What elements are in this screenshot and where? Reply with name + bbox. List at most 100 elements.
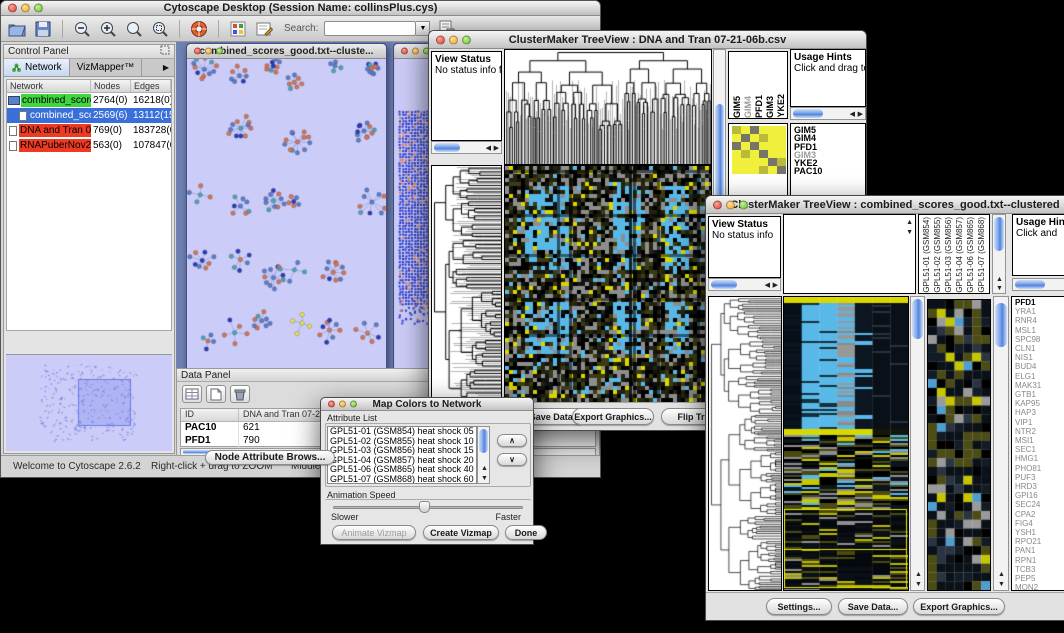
export-graphics-button[interactable]: Export Graphics...: [572, 408, 654, 425]
treeview1-titlebar[interactable]: ClusterMaker TreeView : DNA and Tran 07-…: [429, 31, 866, 49]
tv1-column-label[interactable]: YKE2: [776, 94, 786, 118]
zoom-fit-icon[interactable]: [124, 19, 144, 39]
scroll-right-icon[interactable]: ▶: [773, 282, 778, 289]
matrix-cell[interactable]: [750, 166, 759, 174]
tv1-column-dendrogram[interactable]: [505, 50, 711, 164]
help-lifering-icon[interactable]: [189, 19, 209, 39]
tv2-hints-hscrollbar[interactable]: [1012, 278, 1064, 291]
window-controls[interactable]: [328, 401, 357, 408]
scroll-down-icon[interactable]: ▼: [481, 475, 488, 482]
tv1-similarity-matrix[interactable]: [732, 126, 786, 174]
tv1-hints-hscrollbar[interactable]: ◀ ▶: [790, 107, 866, 120]
matrix-cell[interactable]: [732, 142, 741, 150]
matrix-cell[interactable]: [768, 142, 777, 150]
matrix-cell[interactable]: [741, 134, 750, 142]
matrix-cell[interactable]: [777, 126, 786, 134]
gene-label[interactable]: RNR4: [1015, 316, 1064, 325]
speed-slider-thumb[interactable]: [419, 501, 430, 513]
zoom-out-icon[interactable]: [72, 19, 92, 39]
move-up-button[interactable]: ∧: [497, 434, 527, 447]
tv2-heatmap-vscrollbar[interactable]: ▲ ▼: [910, 296, 925, 591]
matrix-cell[interactable]: [759, 150, 768, 158]
tv2-column-label[interactable]: GPL51-02 (GSM855): [933, 217, 942, 293]
gene-label[interactable]: PHO81: [1015, 464, 1064, 473]
save-data-button[interactable]: Save Data...: [838, 598, 908, 615]
tv1-status-hscrollbar[interactable]: ◀ ▶: [431, 141, 502, 154]
matrix-cell[interactable]: [732, 150, 741, 158]
tv1-column-dendrogram-panel[interactable]: [504, 49, 712, 165]
gene-label[interactable]: HAP3: [1015, 408, 1064, 417]
tv2-status-hscrollbar[interactable]: ◀ ▶: [708, 278, 781, 291]
tv1-column-label[interactable]: PAC10: [787, 90, 788, 118]
network-overview-canvas[interactable]: [6, 355, 172, 450]
matrix-cell[interactable]: [750, 150, 759, 158]
matrix-cell[interactable]: [750, 158, 759, 166]
network-window-1-titlebar[interactable]: combined_scores_good.txt--cluste...: [187, 44, 386, 59]
gene-label[interactable]: TCB3: [1015, 565, 1064, 574]
tv2-column-label[interactable]: GPL51-03 (GSM856): [944, 217, 953, 293]
tv1-row-dendrogram-panel[interactable]: [431, 165, 502, 404]
gene-label[interactable]: HMG1: [1015, 454, 1064, 463]
matrix-cell[interactable]: [732, 134, 741, 142]
gene-label[interactable]: FIG4: [1015, 519, 1064, 528]
gene-label[interactable]: VIP1: [1015, 418, 1064, 427]
network-row[interactable]: combined_sco2569(6)13112(15): [7, 108, 171, 123]
gene-label[interactable]: NIS1: [1015, 353, 1064, 362]
tv2-row-dendrogram[interactable]: [709, 297, 781, 590]
matrix-cell[interactable]: [732, 158, 741, 166]
tv2-row-dendrogram-panel[interactable]: [708, 296, 782, 591]
gene-label[interactable]: PEP5: [1015, 574, 1064, 583]
matrix-cell[interactable]: [768, 166, 777, 174]
scroll-down-icon[interactable]: ▼: [998, 581, 1005, 588]
gene-label[interactable]: MSL1: [1015, 326, 1064, 335]
gene-label[interactable]: SEC1: [1015, 445, 1064, 454]
matrix-cell[interactable]: [759, 142, 768, 150]
tv2-column-label[interactable]: GPL51-07 (GSM868): [977, 217, 986, 293]
matrix-cell[interactable]: [741, 158, 750, 166]
gene-label[interactable]: NTR2: [1015, 427, 1064, 436]
scroll-left-icon[interactable]: ◀: [486, 145, 491, 152]
gene-label[interactable]: MSI1: [1015, 436, 1064, 445]
matrix-cell[interactable]: [768, 134, 777, 142]
vizmapper-palette-icon[interactable]: [228, 19, 248, 39]
matrix-cell[interactable]: [741, 126, 750, 134]
gene-label[interactable]: CPA2: [1015, 510, 1064, 519]
tv1-heatmap-panel[interactable]: [504, 165, 712, 404]
network-row[interactable]: combined_scores2764(0)16218(0): [7, 93, 171, 108]
gene-label[interactable]: GPI16: [1015, 491, 1064, 500]
export-graphics-button[interactable]: Export Graphics...: [913, 598, 1005, 615]
network-window-1[interactable]: combined_scores_good.txt--cluste...: [186, 43, 387, 368]
scroll-right-icon[interactable]: ▶: [494, 145, 499, 152]
scroll-up-icon[interactable]: ▲: [996, 276, 1003, 283]
matrix-cell[interactable]: [777, 166, 786, 174]
network-overview-panel[interactable]: [6, 354, 172, 451]
tv2-zoom-heatmap-panel[interactable]: [927, 299, 991, 591]
window-controls[interactable]: [194, 48, 223, 55]
tv2-column-label[interactable]: GPL51-08 (GSM872): [988, 217, 990, 293]
matrix-cell[interactable]: [732, 166, 741, 174]
dialog-titlebar[interactable]: Map Colors to Network: [321, 398, 533, 411]
tab-network[interactable]: Network: [4, 59, 70, 76]
matrix-cell[interactable]: [750, 134, 759, 142]
matrix-cell[interactable]: [732, 126, 741, 134]
gene-label[interactable]: YRA1: [1015, 307, 1064, 316]
matrix-cell[interactable]: [777, 158, 786, 166]
network-row[interactable]: RNAPuberNov2+563(0)107847(0): [7, 138, 171, 153]
gene-label[interactable]: YSH1: [1015, 528, 1064, 537]
tv1-column-label[interactable]: GIM4: [743, 96, 753, 118]
gene-label[interactable]: RPO21: [1015, 537, 1064, 546]
open-folder-icon[interactable]: [7, 19, 27, 39]
treeview2-titlebar[interactable]: ClusterMaker TreeView : combined_scores_…: [706, 196, 1064, 214]
new-attribute-icon[interactable]: [206, 385, 226, 403]
gene-label[interactable]: GTB1: [1015, 390, 1064, 399]
tv2-column-tree-panel[interactable]: ▲ ▼: [783, 214, 916, 294]
create-vizmap-button[interactable]: Create Vizmap: [423, 525, 499, 540]
node-attribute-browser-button[interactable]: Node Attribute Brows...: [205, 450, 335, 465]
tv1-column-label[interactable]: GIM5: [732, 96, 742, 118]
gene-label[interactable]: MON2: [1015, 583, 1064, 591]
matrix-cell[interactable]: [768, 158, 777, 166]
network-view-1-canvas[interactable]: [187, 59, 386, 368]
matrix-cell[interactable]: [768, 150, 777, 158]
scroll-down-icon[interactable]: ▼: [915, 581, 922, 588]
network-list-header[interactable]: Network Nodes Edges: [7, 80, 171, 93]
